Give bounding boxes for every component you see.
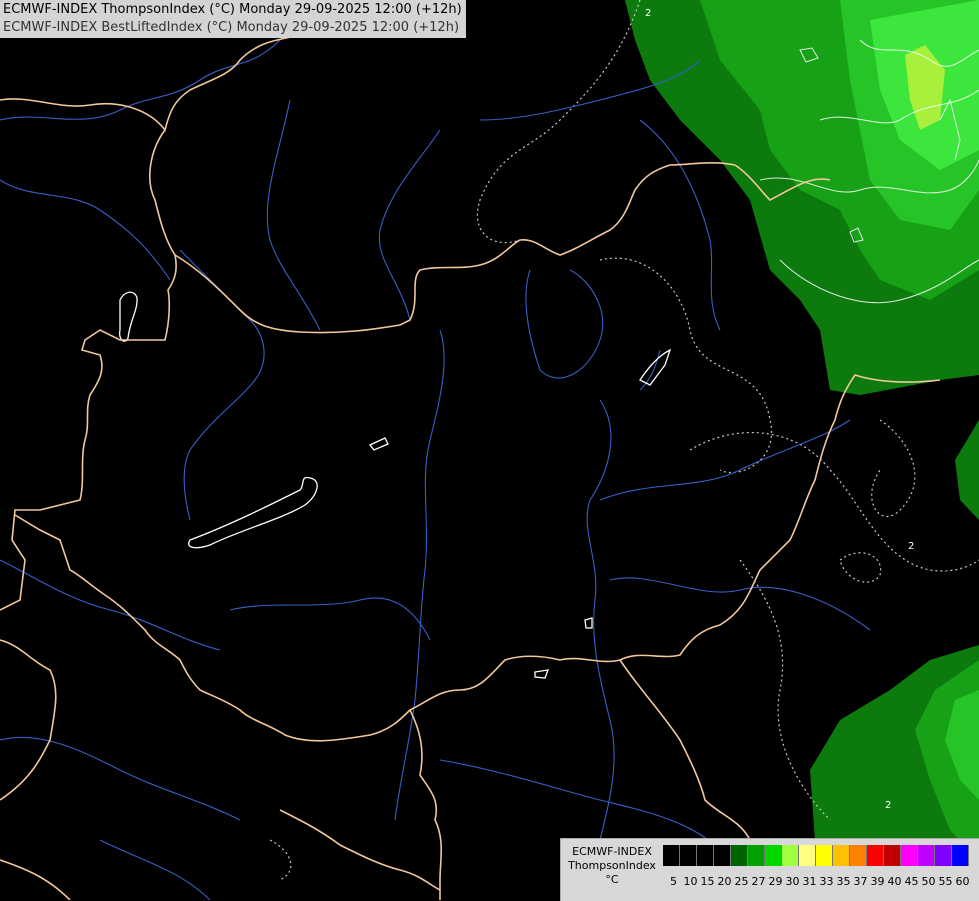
legend-swatch (748, 845, 765, 866)
index-field-southeast (810, 420, 979, 900)
legend-swatch (714, 845, 731, 866)
legend-tick-label: 25 (734, 875, 749, 888)
legend-tick-label: 50 (921, 875, 936, 888)
legend-swatch (952, 845, 969, 866)
map-title-box: ECMWF-INDEX ThompsonIndex (°C) Monday 29… (0, 0, 466, 38)
legend-swatch (901, 845, 918, 866)
legend-swatch (680, 845, 697, 866)
legend-swatch (731, 845, 748, 866)
legend-swatches (663, 845, 969, 866)
legend-tick-label: 37 (853, 875, 868, 888)
legend-swatch (799, 845, 816, 866)
legend-swatch (697, 845, 714, 866)
legend-swatch (765, 845, 782, 866)
legend-tick-label: 35 (836, 875, 851, 888)
color-legend: ECMWF-INDEX ThompsonIndex °C 5 10 15 20 25 27… (560, 838, 979, 901)
title-line-bestlifted: ECMWF-INDEX BestLiftedIndex (°C) Monday … (3, 20, 460, 35)
legend-tick-label: 20 (717, 875, 732, 888)
contour-label: 2 (885, 800, 891, 811)
legend-title-line2: ThompsonIndex (568, 859, 656, 872)
legend-tick-label: 5 (670, 875, 677, 888)
legend-tick-label: 27 (751, 875, 766, 888)
legend-ticks: 5 10 15 20 25 27 29 30 31 33 35 37 39 40 45 50 55 60 (665, 875, 971, 888)
legend-swatch (663, 845, 680, 866)
legend-swatch (884, 845, 901, 866)
title-line-thompson: ECMWF-INDEX ThompsonIndex (°C) Monday 29… (3, 2, 462, 17)
index-field-northeast (625, 0, 979, 395)
legend-tick-label: 60 (955, 875, 970, 888)
forecast-map[interactable]: 2 2 2 (0, 0, 979, 900)
legend-swatch (816, 845, 833, 866)
legend-tick-label: 39 (870, 875, 885, 888)
legend-swatch (850, 845, 867, 866)
legend-tick-label: 15 (700, 875, 715, 888)
lakes (118, 291, 672, 679)
legend-title: ECMWF-INDEX ThompsonIndex °C (563, 845, 661, 887)
legend-swatch (867, 845, 884, 866)
legend-tick-label: 45 (904, 875, 919, 888)
legend-unit: °C (605, 873, 619, 886)
contour-label: 2 (645, 8, 651, 19)
legend-swatch (782, 845, 799, 866)
legend-tick-label: 29 (768, 875, 783, 888)
legend-swatch (918, 845, 935, 866)
legend-tick-label: 33 (819, 875, 834, 888)
legend-tick-label: 31 (802, 875, 817, 888)
contour-label: 2 (908, 541, 914, 552)
legend-tick-label: 55 (938, 875, 953, 888)
lake-balaton (188, 476, 318, 549)
legend-tick-label: 10 (683, 875, 698, 888)
legend-swatch (833, 845, 850, 866)
legend-title-line1: ECMWF-INDEX (572, 845, 652, 858)
legend-tick-label: 30 (785, 875, 800, 888)
legend-tick-label: 40 (887, 875, 902, 888)
legend-swatch (935, 845, 952, 866)
